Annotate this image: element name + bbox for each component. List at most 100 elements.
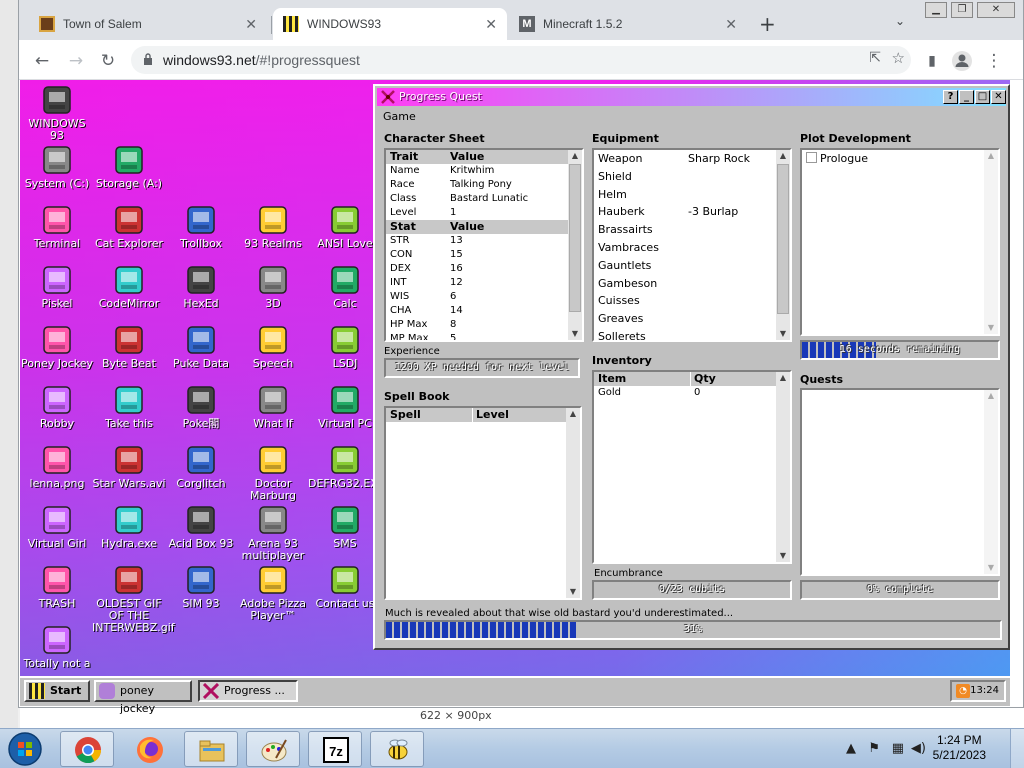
taskbar-chrome[interactable] <box>60 731 114 767</box>
scroll-down-arrow-icon[interactable]: ▼ <box>776 550 790 562</box>
help-button[interactable]: ? <box>943 90 958 104</box>
new-tab-button[interactable]: + <box>759 12 776 36</box>
network-icon[interactable]: ▦ <box>892 741 904 756</box>
desktop-icon[interactable]: Storage (A:) <box>92 144 166 190</box>
menu-game[interactable]: Game <box>383 110 416 123</box>
system-clock[interactable]: 1:24 PM 5/21/2023 <box>933 733 986 763</box>
desktop-icon[interactable]: Corglitch <box>164 444 238 490</box>
desktop-icon[interactable]: SIM 93 <box>164 564 238 610</box>
inventory-scrollbar[interactable]: ▲ ▼ <box>776 372 790 562</box>
scroll-up-arrow-icon[interactable]: ▲ <box>568 150 582 162</box>
equipment-scrollbar[interactable]: ▲ ▼ <box>776 150 790 340</box>
taskbar-explorer[interactable] <box>184 731 238 767</box>
desktop-icon[interactable]: DEFRG32.EXE <box>308 444 385 490</box>
close-tab-icon[interactable]: ✕ <box>245 16 257 33</box>
profile-avatar-icon[interactable] <box>951 50 973 72</box>
window-titlebar[interactable]: Progress Quest ? _ □ ✕ <box>377 88 1006 106</box>
taskbar-firefox[interactable] <box>122 731 176 767</box>
desktop-icon[interactable]: SMS <box>308 504 382 550</box>
scroll-up-arrow-icon[interactable]: ▲ <box>776 372 790 384</box>
windows-start-orb-icon[interactable] <box>6 731 44 767</box>
w93-start-button[interactable]: Start <box>24 680 90 702</box>
scroll-up-arrow-icon[interactable]: ▲ <box>776 150 790 162</box>
desktop-icon[interactable]: WINDOWS 93 <box>20 84 94 142</box>
taskbar-7zip[interactable]: 7z <box>308 731 362 767</box>
side-panel-icon[interactable]: ▮ <box>921 50 943 72</box>
desktop-icon[interactable]: Robby <box>20 384 94 430</box>
desktop-icon[interactable]: Poke閣 <box>164 384 238 430</box>
desktop-icon[interactable]: Poney Jockey <box>20 324 94 370</box>
minimize-button[interactable]: _ <box>959 90 974 104</box>
desktop-icon[interactable]: Totally not a <box>20 624 94 670</box>
show-hidden-icons-chevron-icon[interactable]: ▲ <box>846 741 856 756</box>
close-tab-icon[interactable]: ✕ <box>725 16 737 33</box>
scroll-thumb[interactable] <box>777 164 789 314</box>
desktop-icon[interactable]: Piskel <box>20 264 94 310</box>
back-arrow-icon[interactable]: ← <box>31 50 53 72</box>
scroll-down-arrow-icon[interactable]: ▼ <box>984 562 998 574</box>
plot-scrollbar[interactable]: ▲ ▼ <box>984 150 998 334</box>
taskbar-item-progress-quest[interactable]: Progress ... <box>198 680 298 702</box>
desktop-icon[interactable]: HexEd <box>164 264 238 310</box>
minimize-window-button[interactable]: ▁ <box>925 2 947 18</box>
scroll-down-arrow-icon[interactable]: ▼ <box>568 328 582 340</box>
plot-item-prologue[interactable]: Prologue <box>802 150 998 168</box>
desktop-icon[interactable]: lenna.png <box>20 444 94 490</box>
desktop-icon[interactable]: 93 Realms <box>236 204 310 250</box>
scroll-up-arrow-icon[interactable]: ▲ <box>984 150 998 162</box>
desktop-icon[interactable]: Take this <box>92 384 166 430</box>
reload-icon[interactable]: ↻ <box>97 50 119 72</box>
desktop-icon[interactable]: Trollbox <box>164 204 238 250</box>
rss-icon[interactable]: ◔ <box>956 684 970 698</box>
scroll-down-arrow-icon[interactable]: ▼ <box>984 322 998 334</box>
close-window-button[interactable]: ✕ <box>977 2 1015 18</box>
inventory-row[interactable]: Gold 0 <box>594 386 790 400</box>
restore-window-button[interactable]: ❐ <box>951 2 973 18</box>
desktop-icon[interactable]: 3D <box>236 264 310 310</box>
desktop-icon[interactable]: Doctor Marburg <box>236 444 310 502</box>
tab-town-of-salem[interactable]: Town of Salem ✕ <box>29 8 267 40</box>
desktop-icon[interactable]: TRASH <box>20 564 94 610</box>
desktop-icon[interactable]: Adobe Pizza Player™ <box>236 564 310 622</box>
spell-book-scrollbar[interactable]: ▲ ▼ <box>566 408 580 598</box>
close-tab-icon[interactable]: ✕ <box>485 16 497 33</box>
close-button[interactable]: ✕ <box>991 90 1006 104</box>
desktop-icon[interactable]: Terminal <box>20 204 94 250</box>
desktop-icon[interactable]: Calc <box>308 264 382 310</box>
bookmark-star-icon[interactable]: ☆ <box>892 49 905 67</box>
tab-windows93[interactable]: WINDOWS93 ✕ <box>273 8 507 40</box>
desktop-icon[interactable]: LSDJ <box>308 324 382 370</box>
desktop-icon[interactable]: Contact us <box>308 564 382 610</box>
desktop-icon[interactable]: Arena 93 multiplayer <box>236 504 310 562</box>
action-center-flag-icon[interactable]: ⚑ <box>868 741 880 756</box>
desktop-icon[interactable]: Virtual PC <box>308 384 382 430</box>
tab-minecraft[interactable]: M Minecraft 1.5.2 ✕ <box>509 8 747 40</box>
desktop-icon[interactable]: Star Wars.avi <box>92 444 166 490</box>
desktop-icon[interactable]: Puke Data <box>164 324 238 370</box>
desktop-icon[interactable]: Virtual Girl <box>20 504 94 550</box>
scroll-thumb[interactable] <box>569 164 581 312</box>
scroll-down-arrow-icon[interactable]: ▼ <box>776 328 790 340</box>
desktop-icon[interactable]: Hydra.exe <box>92 504 166 550</box>
scroll-up-arrow-icon[interactable]: ▲ <box>566 408 580 420</box>
desktop-icon[interactable]: Speech <box>236 324 310 370</box>
address-bar[interactable]: windows93.net/#!progressquest ⇱ ☆ <box>131 46 911 74</box>
character-sheet-scrollbar[interactable]: ▲ ▼ <box>568 150 582 340</box>
volume-icon[interactable]: ◀) <box>911 741 926 756</box>
desktop-icon[interactable]: CodeMirror <box>92 264 166 310</box>
tab-search-chevron-icon[interactable]: ⌄ <box>895 14 905 28</box>
taskbar-paint[interactable] <box>246 731 300 767</box>
quests-scrollbar[interactable]: ▲ ▼ <box>984 390 998 574</box>
desktop-icon[interactable]: Cat Explorer <box>92 204 166 250</box>
scroll-down-arrow-icon[interactable]: ▼ <box>566 586 580 598</box>
checkbox-icon[interactable] <box>806 152 817 163</box>
desktop-icon[interactable]: What If <box>236 384 310 430</box>
desktop-icon[interactable]: ANSI Love <box>308 204 382 250</box>
forward-arrow-icon[interactable]: → <box>65 50 87 72</box>
share-icon[interactable]: ⇱ <box>869 50 881 66</box>
scroll-up-arrow-icon[interactable]: ▲ <box>984 390 998 402</box>
show-desktop-button[interactable] <box>1010 729 1024 768</box>
kebab-menu-icon[interactable]: ⋮ <box>983 50 1005 72</box>
desktop-icon[interactable]: System (C:) <box>20 144 94 190</box>
maximize-button[interactable]: □ <box>975 90 990 104</box>
